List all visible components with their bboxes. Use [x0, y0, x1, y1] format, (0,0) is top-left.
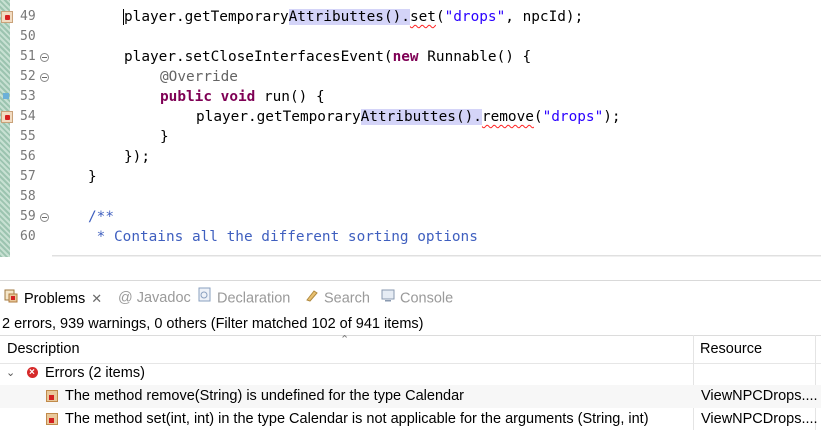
- javadoc-comment[interactable]: * Contains all the different sorting opt…: [88, 227, 478, 247]
- line-number: 54: [20, 109, 36, 124]
- tab-problems[interactable]: Problems ✕: [4, 281, 102, 316]
- problems-summary: 2 errors, 939 warnings, 0 others (Filter…: [2, 316, 424, 332]
- code-line-49[interactable]: 49 player.getTemporaryAttributtes().set(…: [0, 7, 821, 27]
- problems-icon: [4, 282, 19, 317]
- line-number: 59: [20, 209, 36, 224]
- table-row[interactable]: The method set(int, int) in the type Cal…: [0, 408, 821, 431]
- code-line-55[interactable]: 55 }: [0, 127, 821, 147]
- problem-description: The method set(int, int) in the type Cal…: [65, 411, 649, 427]
- code-token: run() {: [255, 89, 325, 105]
- code-line-57[interactable]: 57 }: [0, 167, 821, 187]
- annotation[interactable]: @Override: [160, 67, 238, 87]
- fold-toggle-icon[interactable]: [40, 73, 49, 82]
- tab-label: Declaration: [217, 290, 291, 307]
- string-literal: "drops": [542, 109, 604, 125]
- sort-indicator-icon: ⌃: [340, 334, 350, 346]
- code-line-54[interactable]: 54 player.getTemporaryAttributtes().remo…: [0, 107, 821, 127]
- keyword: void: [220, 89, 256, 105]
- line-number: 50: [20, 29, 36, 44]
- code-text[interactable]: player.getTemporaryAttributtes().remove(…: [196, 107, 621, 127]
- code-text[interactable]: });: [124, 147, 150, 167]
- tab-javadoc[interactable]: @ Javadoc: [118, 281, 191, 316]
- problem-description: The method remove(String) is undefined f…: [65, 388, 464, 404]
- override-marker-icon[interactable]: [3, 93, 9, 99]
- search-icon: [305, 281, 319, 316]
- code-token: (: [435, 9, 445, 25]
- line-number: 56: [20, 149, 36, 164]
- line-number: 57: [20, 169, 36, 184]
- scroll-left-arrow-icon[interactable]: <: [52, 256, 70, 257]
- code-token: Runnable() {: [418, 49, 532, 65]
- code-token: player.getTemporary: [124, 9, 289, 25]
- code-token: player.getTemporary: [196, 109, 361, 125]
- code-text[interactable]: player.setCloseInterfacesEvent(new Runna…: [124, 47, 531, 67]
- fold-toggle-icon[interactable]: [40, 213, 49, 222]
- fold-toggle-icon[interactable]: [40, 53, 49, 62]
- occurrence-highlight: ().: [455, 109, 482, 125]
- string-literal: "drops": [444, 9, 506, 25]
- occurrence-highlight: Attributtes: [288, 9, 384, 25]
- tab-declaration[interactable]: Declaration: [198, 281, 290, 316]
- table-row[interactable]: The method remove(String) is undefined f…: [0, 385, 821, 408]
- declaration-icon: [198, 281, 212, 316]
- keyword: new: [392, 49, 419, 65]
- line-number: 52: [20, 69, 36, 84]
- error-icon: [27, 361, 38, 384]
- tab-label: Search: [324, 290, 370, 307]
- horizontal-scrollbar[interactable]: <: [52, 255, 821, 257]
- error-squiggle: remove: [481, 109, 534, 125]
- tab-label: @ Javadoc: [118, 290, 191, 306]
- code-editor[interactable]: 49 player.getTemporaryAttributtes().set(…: [0, 0, 821, 257]
- error-marker-icon[interactable]: [1, 111, 13, 123]
- problem-resource: ViewNPCDrops....: [701, 411, 818, 427]
- code-text[interactable]: player.getTemporaryAttributtes().set("dr…: [123, 7, 584, 27]
- line-number: 60: [20, 229, 36, 244]
- column-header-description[interactable]: Description: [0, 336, 80, 363]
- console-icon: [381, 281, 395, 316]
- tab-label: Problems: [24, 291, 86, 307]
- code-line-52[interactable]: 52 @Override: [0, 67, 821, 87]
- code-line-58[interactable]: 58: [0, 187, 821, 207]
- line-number: 58: [20, 189, 36, 204]
- code-line-50[interactable]: 50: [0, 27, 821, 47]
- line-number: 55: [20, 129, 36, 144]
- code-line-60[interactable]: 60 * Contains all the different sorting …: [0, 227, 821, 247]
- problems-table-header: Description ⌃ Resource: [0, 334, 821, 364]
- code-token: (: [533, 109, 543, 125]
- code-line-51[interactable]: 51 player.setCloseInterfacesEvent(new Ru…: [0, 47, 821, 67]
- error-marker-icon: [46, 390, 58, 402]
- close-icon[interactable]: ✕: [91, 291, 102, 306]
- code-token: );: [603, 109, 621, 125]
- occurrence-highlight: ().: [383, 9, 410, 25]
- tab-console[interactable]: Console: [381, 281, 453, 316]
- error-marker-icon: [46, 413, 58, 425]
- error-squiggle: set: [409, 9, 436, 25]
- code-text[interactable]: }: [160, 127, 169, 147]
- expand-chevron-icon[interactable]: ⌄: [6, 362, 15, 385]
- line-number: 53: [20, 89, 36, 104]
- code-line-56[interactable]: 56 });: [0, 147, 821, 167]
- javadoc-comment[interactable]: /**: [88, 207, 114, 227]
- problem-group-errors[interactable]: ⌄ Errors (2 items): [0, 361, 821, 385]
- line-number: 49: [20, 9, 36, 24]
- keyword: public: [160, 89, 212, 105]
- tab-label: Console: [400, 290, 454, 307]
- code-text[interactable]: }: [88, 167, 97, 187]
- error-marker-icon[interactable]: [1, 11, 13, 23]
- group-label: Errors (2 items): [45, 365, 145, 381]
- column-header-resource[interactable]: Resource: [693, 336, 762, 363]
- tab-search[interactable]: Search: [305, 281, 370, 316]
- problem-resource: ViewNPCDrops....: [701, 388, 818, 404]
- code-text[interactable]: public void run() {: [160, 87, 325, 107]
- code-token: , npcId);: [505, 9, 584, 25]
- occurrence-highlight: Attributtes: [360, 109, 456, 125]
- line-number: 51: [20, 49, 36, 64]
- code-line-53[interactable]: 53 public void run() {: [0, 87, 821, 107]
- code-line-59[interactable]: 59 /**: [0, 207, 821, 227]
- code-token: player.setCloseInterfacesEvent(: [124, 49, 393, 65]
- view-tab-bar: Problems ✕ @ Javadoc Declaration Search C…: [0, 280, 821, 316]
